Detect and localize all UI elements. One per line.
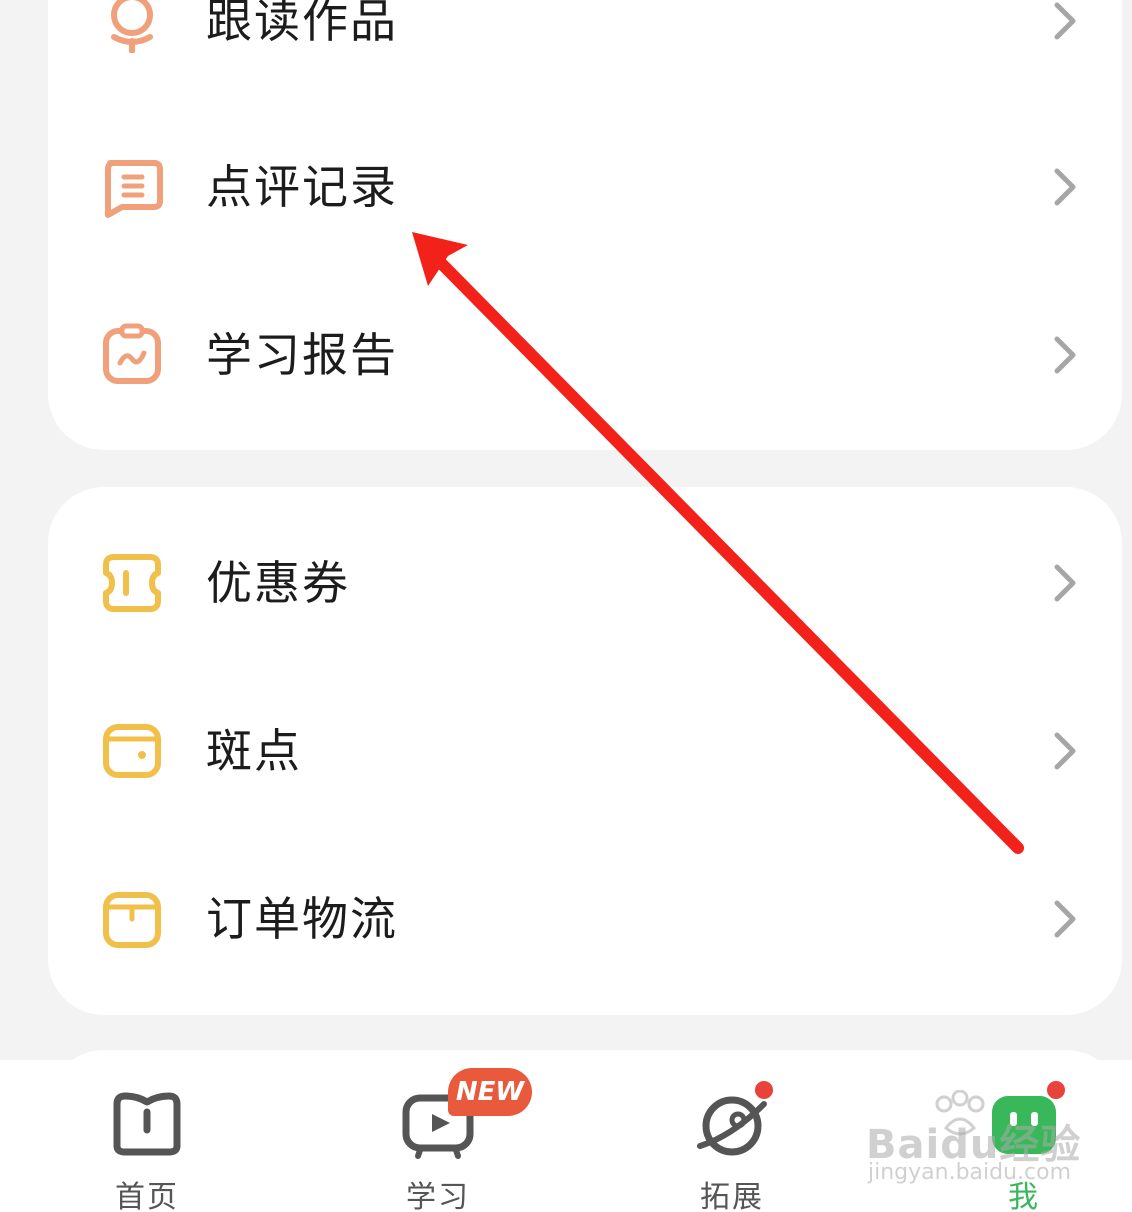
menu-item-follow-read-works[interactable]: 跟读作品 — [48, 0, 1122, 96]
menu-item-spots[interactable]: 斑点 — [48, 676, 1122, 826]
study-report-icon — [103, 323, 161, 384]
chevron-right-icon — [1054, 336, 1076, 374]
tab-label: 我 — [1008, 1180, 1040, 1212]
menu-item-study-report[interactable]: 学习报告 — [48, 280, 1122, 430]
chevron-right-icon — [1054, 2, 1076, 40]
chevron-right-icon — [1054, 564, 1076, 602]
microphone-icon — [111, 0, 153, 53]
menu-item-label: 跟读作品 — [206, 0, 398, 48]
menu-item-label: 斑点 — [206, 724, 302, 778]
tab-me[interactable]: 我 — [924, 1060, 1124, 1212]
coupon-icon — [103, 554, 161, 612]
app-screen: 跟读作品 点评记录 学习报告 优惠券 斑点 订单物流 首页 学习 拓展 我 NE… — [0, 0, 1132, 1212]
package-icon — [103, 892, 161, 948]
tab-label: 首页 — [115, 1180, 179, 1212]
menu-item-label: 订单物流 — [206, 892, 398, 946]
tab-home[interactable]: 首页 — [47, 1060, 247, 1212]
notification-dot — [753, 1079, 775, 1101]
notification-dot — [1045, 1079, 1067, 1101]
tab-label: 学习 — [406, 1180, 470, 1212]
wallet-icon — [103, 724, 161, 778]
menu-item-label: 点评记录 — [206, 160, 398, 214]
menu-item-coupons[interactable]: 优惠券 — [48, 508, 1122, 658]
menu-item-comment-records[interactable]: 点评记录 — [48, 112, 1122, 262]
chevron-right-icon — [1054, 168, 1076, 206]
comment-record-icon — [105, 160, 163, 218]
book-home-icon — [113, 1092, 181, 1156]
menu-item-label: 优惠券 — [206, 556, 350, 610]
chevron-right-icon — [1054, 732, 1076, 770]
chevron-right-icon — [1054, 900, 1076, 938]
new-badge: NEW — [448, 1068, 532, 1116]
tab-label: 拓展 — [700, 1180, 764, 1212]
bottom-tab-bar: 首页 学习 拓展 我 — [0, 1060, 1132, 1212]
tab-explore[interactable]: 拓展 — [632, 1060, 832, 1212]
menu-item-label: 学习报告 — [206, 328, 398, 382]
menu-item-order-logistics[interactable]: 订单物流 — [48, 844, 1122, 994]
